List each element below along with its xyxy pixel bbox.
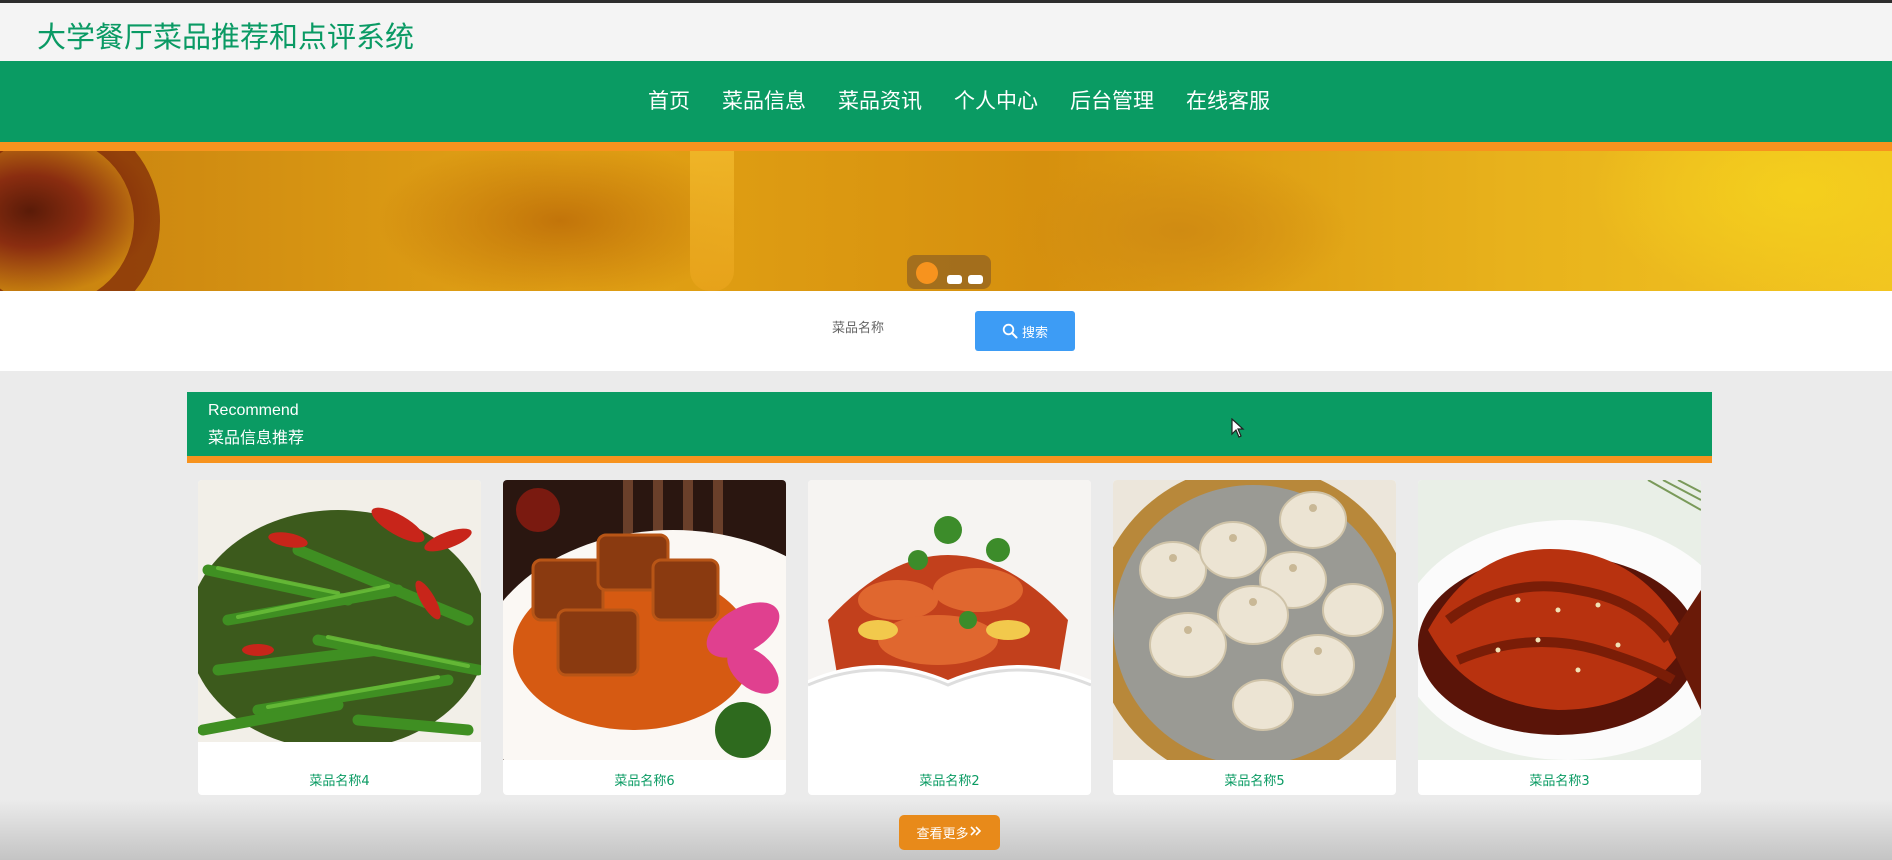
dish-name: 菜品名称6 <box>614 774 675 789</box>
search-button[interactable]: 搜索 <box>975 311 1075 351</box>
carousel-dot[interactable] <box>947 275 962 284</box>
dish-image-sweet-sour-fish <box>1418 480 1701 760</box>
site-title[interactable]: 大学餐厅菜品推荐和点评系统 <box>37 14 414 56</box>
search-button-label: 搜索 <box>1021 325 1048 341</box>
nav-item-news[interactable]: 菜品资讯 <box>838 85 922 115</box>
banner-bowl-shape <box>0 151 160 291</box>
double-chevron-right-icon <box>969 825 983 841</box>
dish-name: 菜品名称2 <box>919 774 980 789</box>
dish-name: 菜品名称5 <box>1224 774 1285 789</box>
dish-image-green-beans <box>198 480 481 760</box>
section-accent-stripe <box>187 456 1712 463</box>
dish-name: 菜品名称4 <box>309 774 370 789</box>
nav-accent-stripe <box>0 142 1892 151</box>
view-more-label: 查看更多 <box>916 827 969 842</box>
nav-item-home[interactable]: 首页 <box>648 85 690 115</box>
dish-name-search-input[interactable] <box>832 313 962 341</box>
site-header: 大学餐厅菜品推荐和点评系统 <box>0 3 1892 61</box>
dish-card[interactable]: 菜品名称4 <box>198 480 481 795</box>
nav-item-admin[interactable]: 后台管理 <box>1070 85 1154 115</box>
section-title-en: Recommend <box>208 402 299 419</box>
dish-image-braised-pork <box>503 480 786 760</box>
recommend-section-header: Recommend 菜品信息推荐 <box>187 392 1712 456</box>
dish-card[interactable]: 菜品名称2 <box>808 480 1091 795</box>
banner-drip-shape <box>690 151 734 291</box>
dish-image-spicy-salad <box>808 480 1091 760</box>
hero-carousel[interactable] <box>0 151 1892 291</box>
mouse-pointer-icon <box>1231 417 1245 442</box>
section-title-cn: 菜品信息推荐 <box>208 428 305 447</box>
dish-card[interactable]: 菜品名称3 <box>1418 480 1701 795</box>
view-more-button[interactable]: 查看更多 <box>899 815 1000 850</box>
nav-item-dishes[interactable]: 菜品信息 <box>722 85 806 115</box>
dish-name: 菜品名称3 <box>1529 774 1590 789</box>
carousel-dot[interactable] <box>968 275 983 284</box>
search-bar: 搜索 <box>0 291 1892 371</box>
dish-image-soup-dumplings <box>1113 480 1396 760</box>
carousel-dot-active[interactable] <box>916 262 938 284</box>
nav-item-profile[interactable]: 个人中心 <box>954 85 1038 115</box>
dish-card[interactable]: 菜品名称5 <box>1113 480 1396 795</box>
carousel-indicators <box>907 255 991 289</box>
dish-card[interactable]: 菜品名称6 <box>503 480 786 795</box>
search-icon <box>1002 323 1018 339</box>
nav-item-support[interactable]: 在线客服 <box>1186 85 1270 115</box>
main-nav: 首页 菜品信息 菜品资讯 个人中心 后台管理 在线客服 <box>0 61 1892 142</box>
